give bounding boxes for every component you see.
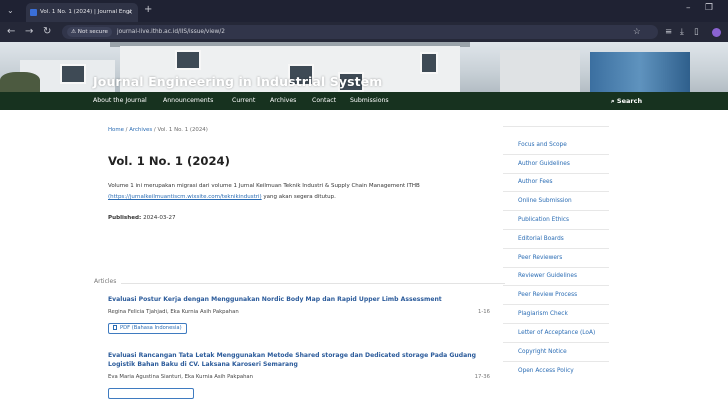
sidebar-item-reviewer-guidelines[interactable]: Reviewer Guidelines: [518, 273, 577, 279]
file-icon: [113, 325, 117, 330]
sidebar-item-online-submission[interactable]: Online Submission: [518, 198, 572, 204]
breadcrumb: Home / Archives / Vol. 1 No. 1 (2024): [108, 127, 208, 133]
breadcrumb-separator: /: [153, 127, 156, 133]
article-authors: Regina Felicia Tjahjadi, Eka Kurnia Asih…: [108, 309, 239, 315]
pdf-label: PDF (Bahasa Indonesia): [120, 325, 182, 331]
browser-tab-strip: ⌄ Vol. 1 No. 1 (2024) | Journal Engi × +…: [0, 0, 728, 22]
breadcrumb-archives[interactable]: Archives: [129, 127, 152, 133]
sidebar-divider: [503, 323, 609, 324]
article-authors: Eva Maria Agustina Sianturi, Eka Kurnia …: [108, 374, 254, 380]
nav-contact[interactable]: Contact: [312, 92, 336, 110]
sidebar-item-copyright[interactable]: Copyright Notice: [518, 349, 567, 355]
browser-toolbar: ← → ↻ ⚠ Not secure journal-live.ithb.ac.…: [0, 22, 728, 42]
article-pages: 1-16: [477, 309, 490, 315]
banner-glass-building: [590, 52, 690, 92]
sidebar-divider: [503, 210, 609, 211]
published-label: Published:: [108, 215, 142, 221]
pdf-button[interactable]: PDF (Bahasa Indonesia): [108, 323, 187, 334]
sidebar-divider: [503, 191, 609, 192]
sidebar-divider: [503, 248, 609, 249]
article-title[interactable]: Evaluasi Postur Kerja dengan Menggunakan…: [108, 296, 488, 305]
forward-icon[interactable]: →: [25, 24, 33, 40]
window-restore-icon[interactable]: ❐: [705, 3, 713, 13]
banner-window: [60, 64, 86, 84]
side-panel-icon[interactable]: ▯: [694, 24, 699, 40]
sidebar-divider: [503, 304, 609, 305]
reading-list-icon[interactable]: ≡: [665, 24, 672, 40]
not-secure-badge[interactable]: ⚠ Not secure: [67, 27, 112, 37]
reload-icon[interactable]: ↻: [43, 24, 51, 40]
description-tail: yang akan segera ditutup.: [261, 194, 336, 200]
sidebar-divider: [503, 126, 609, 127]
search-link[interactable]: ⌕ Search: [611, 92, 642, 110]
sidebar-item-author-guidelines[interactable]: Author Guidelines: [518, 161, 570, 167]
sidebar-item-open-access[interactable]: Open Access Policy: [518, 368, 574, 374]
url-text[interactable]: journal-live.ithb.ac.id/IIS/issue/view/2: [117, 25, 225, 39]
breadcrumb-home[interactable]: Home: [108, 127, 124, 133]
sidebar-item-publication-ethics[interactable]: Publication Ethics: [518, 217, 569, 223]
sidebar-item-author-fees[interactable]: Author Fees: [518, 179, 553, 185]
site-header-banner: Journal Engineering in Industrial System: [0, 42, 728, 92]
published-date: Published: 2024-03-27: [108, 215, 176, 221]
close-tab-icon[interactable]: ×: [127, 3, 133, 22]
bookmark-star-icon[interactable]: ☆: [633, 24, 641, 40]
nav-announcements[interactable]: Announcements: [163, 92, 213, 110]
sidebar-divider: [503, 173, 609, 174]
search-icon: ⌕: [611, 97, 615, 105]
published-value: 2024-03-27: [143, 215, 176, 221]
sidebar-item-peer-reviewers[interactable]: Peer Reviewers: [518, 255, 562, 261]
description-text: Volume 1 ini merupakan migrasi dari volu…: [108, 183, 420, 189]
sidebar-divider: [503, 229, 609, 230]
minimize-icon[interactable]: –: [686, 3, 691, 13]
issue-description: Volume 1 ini merupakan migrasi dari volu…: [108, 181, 494, 203]
breadcrumb-current: Vol. 1 No. 1 (2024): [157, 127, 208, 133]
sidebar-divider: [503, 285, 609, 286]
breadcrumb-separator: /: [125, 127, 128, 133]
tab-title: Vol. 1 No. 1 (2024) | Journal Engi: [40, 9, 132, 15]
article-pages: 17-36: [474, 374, 490, 380]
pdf-button-partial[interactable]: [108, 388, 194, 399]
back-icon[interactable]: ←: [7, 24, 15, 40]
nav-archives[interactable]: Archives: [270, 92, 296, 110]
sidebar-item-editorial-boards[interactable]: Editorial Boards: [518, 236, 564, 242]
site-title[interactable]: Journal Engineering in Industrial System: [93, 74, 382, 89]
search-label: Search: [616, 97, 643, 105]
sidebar-item-plagiarism-check[interactable]: Plagiarism Check: [518, 311, 568, 317]
old-journal-link[interactable]: (https://jurnalkeilmuantiscm.wixsite.com…: [108, 194, 262, 200]
sidebar-divider: [503, 361, 609, 362]
nav-current[interactable]: Current: [232, 92, 255, 110]
site-nav: About the Journal Announcements Current …: [0, 92, 728, 110]
sidebar-divider: [503, 342, 609, 343]
sidebar-divider: [503, 154, 609, 155]
sidebar: Focus and Scope Author Guidelines Author…: [503, 126, 728, 392]
download-icon[interactable]: ⤓: [680, 24, 684, 40]
nav-about[interactable]: About the Journal: [93, 92, 147, 110]
nav-submissions[interactable]: Submissions: [350, 92, 389, 110]
banner-building-right: [500, 50, 580, 92]
sidebar-item-loa[interactable]: Letter of Acceptance (LoA): [518, 330, 595, 336]
sidebar-item-focus-scope[interactable]: Focus and Scope: [518, 142, 567, 148]
sidebar-item-peer-review-process[interactable]: Peer Review Process: [518, 292, 577, 298]
tab-search-icon[interactable]: ⌄: [7, 6, 14, 16]
not-secure-label: Not secure: [77, 29, 108, 35]
banner-window: [420, 52, 438, 74]
section-heading: Articles: [94, 278, 122, 285]
page-title: Vol. 1 No. 1 (2024): [108, 154, 230, 168]
browser-tab-active[interactable]: Vol. 1 No. 1 (2024) | Journal Engi ×: [26, 3, 138, 22]
sidebar-divider: [503, 267, 609, 268]
new-tab-button[interactable]: +: [144, 4, 152, 15]
section-divider: [94, 283, 505, 284]
banner-window: [175, 50, 201, 70]
profile-avatar[interactable]: [712, 28, 721, 37]
article-title[interactable]: Evaluasi Rancangan Tata Letak Menggunaka…: [108, 352, 488, 369]
main-content: Home / Archives / Vol. 1 No. 1 (2024) Vo…: [94, 110, 505, 399]
banner-tree: [0, 72, 40, 92]
favicon-icon: [30, 9, 37, 16]
address-bar[interactable]: ⚠ Not secure journal-live.ithb.ac.id/IIS…: [62, 25, 658, 39]
